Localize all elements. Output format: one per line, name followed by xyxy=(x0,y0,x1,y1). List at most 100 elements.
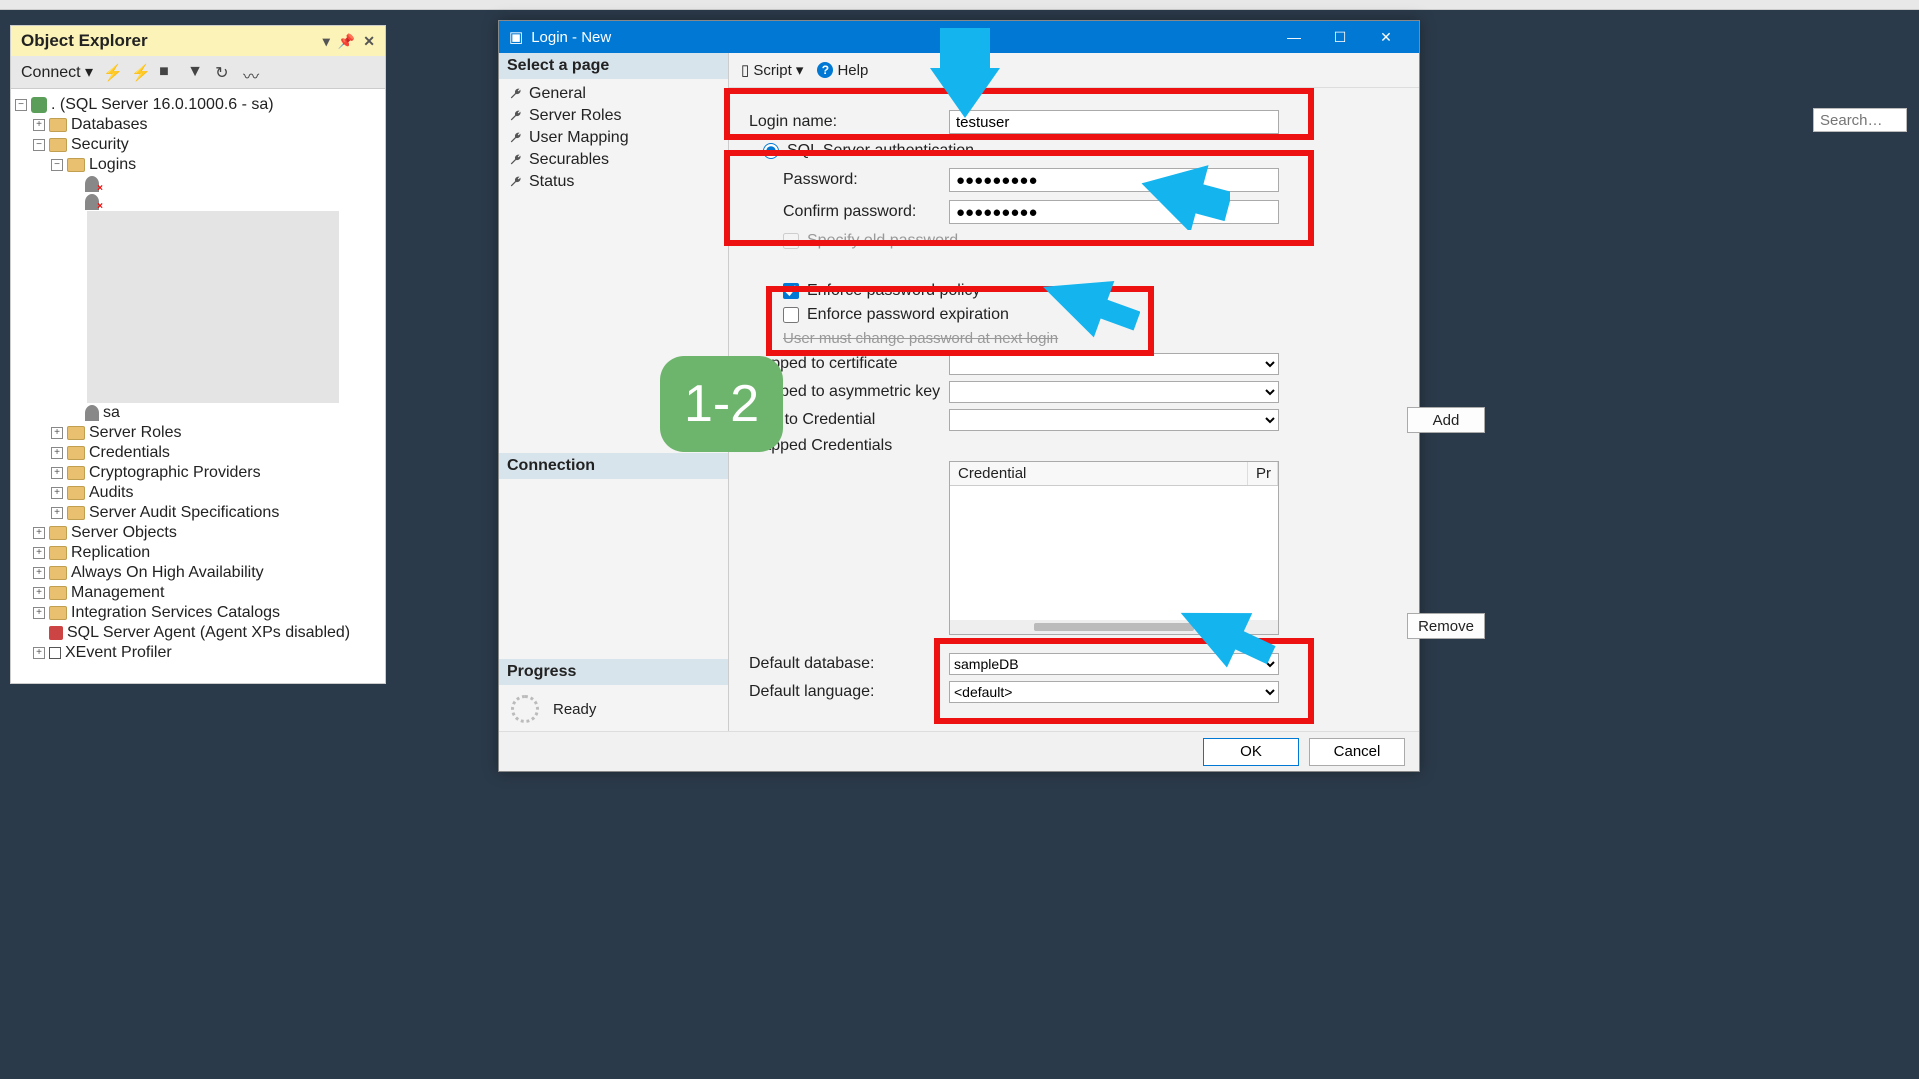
folder-icon xyxy=(49,138,67,152)
default-lang-label: Default language: xyxy=(749,683,949,701)
dropdown-icon[interactable]: ▾ xyxy=(323,33,330,50)
login-name-input[interactable] xyxy=(949,110,1279,134)
mapped-asym-select[interactable] xyxy=(949,381,1279,403)
mapped-asym-row: Mapped to asymmetric key xyxy=(749,381,1399,403)
logins-node[interactable]: −Logins xyxy=(15,155,381,175)
sql-auth-radio-row[interactable]: SQL Server authentication xyxy=(763,142,1399,160)
remove-button[interactable]: Remove xyxy=(1407,613,1485,639)
password-label: Password: xyxy=(749,171,949,189)
server-icon xyxy=(31,97,47,113)
password-input[interactable] xyxy=(949,168,1279,192)
enforce-expiration-checkbox[interactable] xyxy=(783,307,799,323)
server-roles-node[interactable]: +Server Roles xyxy=(15,423,381,443)
confirm-password-input[interactable] xyxy=(949,200,1279,224)
mapped-cert-select[interactable] xyxy=(949,353,1279,375)
credentials-node[interactable]: +Credentials xyxy=(15,443,381,463)
folder-icon xyxy=(67,506,85,520)
enforce-expiration-row[interactable]: Enforce password expiration xyxy=(783,306,1399,324)
folder-icon xyxy=(67,158,85,172)
disconnect-icon[interactable]: ⚡ xyxy=(103,63,121,81)
folder-icon xyxy=(49,526,67,540)
login-name-label: Login name: xyxy=(749,113,949,131)
login-item[interactable] xyxy=(15,193,381,211)
security-node[interactable]: −Security xyxy=(15,135,381,155)
pause-icon[interactable]: ■ xyxy=(159,63,177,81)
close-icon[interactable]: ✕ xyxy=(363,33,375,50)
server-node[interactable]: −. (SQL Server 16.0.1000.6 - sa) xyxy=(15,95,381,115)
default-lang-select[interactable]: <default> xyxy=(949,681,1279,703)
replication-node[interactable]: +Replication xyxy=(15,543,381,563)
object-tree[interactable]: −. (SQL Server 16.0.1000.6 - sa) +Databa… xyxy=(11,89,385,683)
progress-header: Progress xyxy=(499,659,728,685)
isc-node[interactable]: +Integration Services Catalogs xyxy=(15,603,381,623)
audit-specs-node[interactable]: +Server Audit Specifications xyxy=(15,503,381,523)
sql-auth-radio[interactable] xyxy=(763,143,779,159)
script-dropdown[interactable]: ▯ Script ▾ xyxy=(741,61,803,79)
default-db-row: Default database: sampleDB xyxy=(749,653,1399,675)
select-page-header: Select a page xyxy=(499,53,728,79)
specify-old-label: Specify old password xyxy=(807,232,958,250)
close-button[interactable]: ✕ xyxy=(1363,21,1409,53)
connection-header: Connection xyxy=(499,453,728,479)
activity-icon[interactable]: 〰 xyxy=(243,63,261,81)
table-scrollbar[interactable] xyxy=(950,620,1278,634)
agent-icon xyxy=(49,626,63,640)
folder-icon xyxy=(49,586,67,600)
dialog-right-pane: ▯ Script ▾ ?Help Login name: SQL Server … xyxy=(729,53,1419,733)
credentials-table[interactable]: Credential Pr xyxy=(949,461,1279,635)
management-node[interactable]: +Management xyxy=(15,583,381,603)
page-user-mapping[interactable]: User Mapping xyxy=(499,127,728,149)
default-db-select[interactable]: sampleDB xyxy=(949,653,1279,675)
dialog-footer: OK Cancel xyxy=(499,731,1419,771)
search-box[interactable] xyxy=(1813,108,1907,132)
page-status[interactable]: Status xyxy=(499,171,728,193)
page-general[interactable]: General xyxy=(499,83,728,105)
password-row: Password: xyxy=(749,168,1399,192)
refresh-icon[interactable]: ↻ xyxy=(215,63,233,81)
page-securables[interactable]: Securables xyxy=(499,149,728,171)
xevent-node[interactable]: +XEvent Profiler xyxy=(15,643,381,663)
crypto-providers-node[interactable]: +Cryptographic Providers xyxy=(15,463,381,483)
script-toolbar: ▯ Script ▾ ?Help xyxy=(729,53,1419,88)
connect-dropdown[interactable]: Connect ▾ xyxy=(21,62,93,82)
folder-icon xyxy=(49,118,67,132)
pin-icon[interactable]: 📌 xyxy=(338,33,355,50)
folder-icon xyxy=(49,566,67,580)
login-name-row: Login name: xyxy=(749,110,1399,134)
filter-icon[interactable]: ▼ xyxy=(187,63,205,81)
server-objects-node[interactable]: +Server Objects xyxy=(15,523,381,543)
dialog-titlebar[interactable]: ▣ Login - New — ☐ ✕ xyxy=(499,21,1419,53)
enforce-policy-checkbox[interactable] xyxy=(783,283,799,299)
folder-icon xyxy=(67,486,85,500)
sql-agent-node[interactable]: SQL Server Agent (Agent XPs disabled) xyxy=(15,623,381,643)
map-credential-select[interactable] xyxy=(949,409,1279,431)
folder-icon xyxy=(67,466,85,480)
minimize-button[interactable]: — xyxy=(1271,21,1317,53)
credential-column: Credential xyxy=(950,462,1248,485)
help-icon: ? xyxy=(817,62,833,78)
page-server-roles[interactable]: Server Roles xyxy=(499,105,728,127)
folder-icon xyxy=(67,426,85,440)
search-input[interactable] xyxy=(1813,108,1907,132)
mapped-cert-row: Mapped to certificate xyxy=(749,353,1399,375)
annotation-step-badge: 1-2 xyxy=(660,356,783,452)
audits-node[interactable]: +Audits xyxy=(15,483,381,503)
folder-icon xyxy=(49,546,67,560)
databases-node[interactable]: +Databases xyxy=(15,115,381,135)
login-item[interactable] xyxy=(15,175,381,193)
cancel-button[interactable]: Cancel xyxy=(1309,738,1405,766)
specify-old-checkbox xyxy=(783,233,799,249)
progress-text: Ready xyxy=(553,701,596,718)
progress-status: Ready xyxy=(499,685,728,733)
stop-icon[interactable]: ⚡ xyxy=(131,63,149,81)
add-button[interactable]: Add xyxy=(1407,407,1485,433)
specify-old-row: Specify old password xyxy=(783,232,1399,250)
object-explorer-titlebar: Object Explorer ▾ 📌 ✕ xyxy=(11,26,385,56)
always-on-node[interactable]: +Always On High Availability xyxy=(15,563,381,583)
login-sa[interactable]: sa xyxy=(15,403,381,423)
enforce-policy-row[interactable]: Enforce password policy xyxy=(783,282,1399,300)
maximize-button[interactable]: ☐ xyxy=(1317,21,1363,53)
ok-button[interactable]: OK xyxy=(1203,738,1299,766)
user-disabled-icon xyxy=(85,176,99,192)
help-link[interactable]: ?Help xyxy=(817,62,868,79)
